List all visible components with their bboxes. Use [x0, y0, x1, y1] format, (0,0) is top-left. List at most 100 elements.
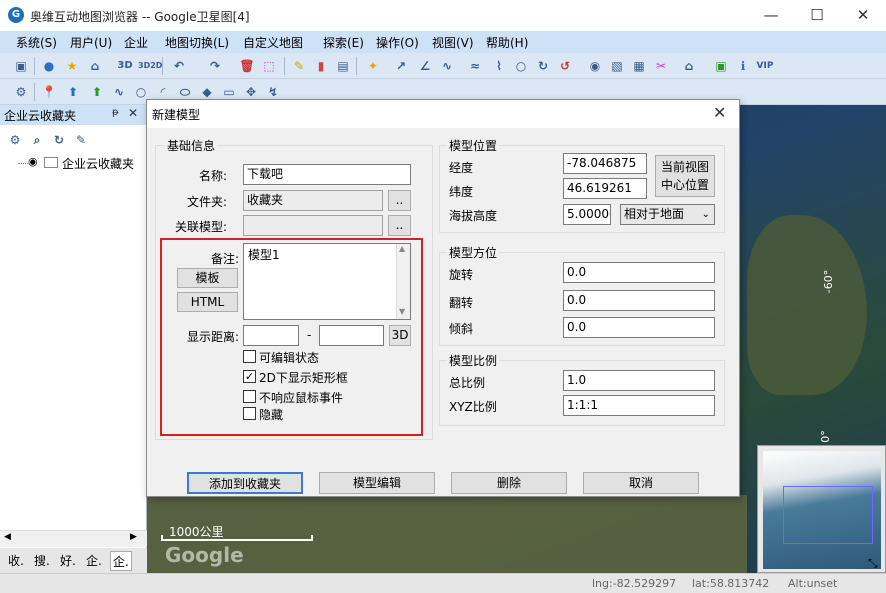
menu-view[interactable]: 视图(V)	[432, 34, 474, 51]
model-edit-button[interactable]: 模型编辑	[319, 472, 435, 494]
vip-icon[interactable]: VIP	[756, 57, 774, 75]
menu-help[interactable]: 帮助(H)	[486, 34, 528, 51]
tab-enterprise-cloud[interactable]: 企.	[110, 551, 132, 571]
scroll-up-icon[interactable]: ▲	[399, 244, 405, 253]
xyz-scale-field[interactable]: 1:1:1	[563, 395, 715, 416]
pin-icon[interactable]: ᵽ	[112, 107, 119, 118]
menu-map-switch[interactable]: 地图切换(L)	[165, 34, 229, 51]
star-add-icon[interactable]: ✦	[364, 57, 382, 75]
3d-distance-button[interactable]: 3D	[389, 325, 411, 346]
show-rect-2d-label: 2D下显示矩形框	[259, 371, 348, 385]
attach-icon[interactable]: ✎	[72, 131, 90, 149]
image-icon[interactable]: ▤	[334, 57, 352, 75]
html-button[interactable]: HTML	[177, 292, 238, 312]
angle-icon[interactable]: ∠	[416, 57, 434, 75]
current-view-center-button[interactable]: 当前视图 中心位置	[655, 155, 715, 197]
menu-user[interactable]: 用户(U)	[70, 34, 112, 51]
eye-icon[interactable]: ◉	[28, 155, 38, 168]
scissors-icon[interactable]: ✂	[652, 57, 670, 75]
show-rect-2d-checkbox[interactable]: ✓	[243, 370, 256, 383]
minimize-button[interactable]: —	[748, 0, 794, 31]
dialog-close-button[interactable]: ✕	[713, 103, 726, 122]
status-altitude: Alt:unset	[788, 577, 838, 590]
tab-enterprise[interactable]: 企.	[84, 551, 104, 571]
model-orientation-title: 模型方位	[447, 244, 500, 261]
menu-explore[interactable]: 探索(E)	[323, 34, 364, 51]
search-icon[interactable]: ⌕	[28, 131, 46, 149]
pencil-icon[interactable]: ✎	[290, 57, 308, 75]
parallel-icon[interactable]: ≈	[466, 57, 484, 75]
redo-icon[interactable]: ↷	[206, 57, 224, 75]
building-icon[interactable]: ⌂	[680, 57, 698, 75]
note-scrollbar[interactable]: ▲ ▼	[396, 244, 410, 319]
longitude-field[interactable]: -78.046875	[563, 153, 647, 174]
scroll-left-icon[interactable]: ◀	[4, 532, 11, 542]
add-to-favorites-button[interactable]: 添加到收藏夹	[187, 472, 303, 494]
curve-icon[interactable]: ∿	[438, 57, 456, 75]
delete-icon[interactable]: 🗑	[238, 57, 256, 75]
horizontal-scrollbar[interactable]: ◀ ▶	[0, 530, 147, 547]
menu-system[interactable]: 系统(S)	[16, 34, 57, 51]
tilt-field[interactable]: 0.0	[563, 317, 715, 338]
select-box-icon[interactable]: ⬚	[260, 57, 278, 75]
chat-icon[interactable]: ▣	[712, 57, 730, 75]
latitude-field[interactable]: 46.619261	[563, 178, 647, 199]
save-icon[interactable]: ▣	[12, 57, 30, 75]
edit-icon[interactable]: ▧	[608, 57, 626, 75]
cancel-button[interactable]: 取消	[583, 472, 699, 494]
pin-blue-icon[interactable]: ⬆	[64, 83, 82, 101]
polyline-icon[interactable]: ∿	[110, 83, 128, 101]
ignore-mouse-checkbox[interactable]	[243, 390, 256, 403]
expand-icon[interactable]: ⤡	[868, 556, 878, 571]
split-icon[interactable]: ⌇	[490, 57, 508, 75]
gear-icon[interactable]: ⚙	[6, 131, 24, 149]
template-button[interactable]: 模板	[177, 268, 238, 288]
total-scale-field[interactable]: 1.0	[563, 370, 715, 391]
undo-icon[interactable]: ↶	[170, 57, 188, 75]
layer-icon[interactable]: ◉	[586, 57, 604, 75]
editable-checkbox[interactable]	[243, 350, 256, 363]
tab-search[interactable]: 搜.	[32, 551, 52, 571]
favorites-star-icon[interactable]: ★	[63, 57, 81, 75]
refresh-red-icon[interactable]: ↺	[556, 57, 574, 75]
print-icon[interactable]: ▦	[630, 57, 648, 75]
sync-icon[interactable]: ↻	[50, 131, 68, 149]
altitude-field[interactable]: 5.000000	[563, 204, 611, 225]
related-model-browse-button[interactable]: ..	[388, 215, 411, 236]
pin-green-icon[interactable]: ⬆	[88, 83, 106, 101]
menu-custom-map[interactable]: 自定义地图	[243, 34, 303, 51]
group-icon[interactable]: ⌂	[86, 57, 104, 75]
circle-icon[interactable]: ○	[512, 57, 530, 75]
hide-checkbox[interactable]	[243, 407, 256, 420]
folder-browse-button[interactable]: ..	[388, 190, 411, 211]
draw-line-icon[interactable]: ↗	[392, 57, 410, 75]
name-field[interactable]: 下载吧	[243, 164, 411, 185]
panel-close-icon[interactable]: ✕	[128, 106, 138, 120]
overview-viewport-rect[interactable]	[783, 486, 873, 544]
rotate-icon[interactable]: ↻	[534, 57, 552, 75]
delete-button[interactable]: 删除	[451, 472, 567, 494]
flip-field[interactable]: 0.0	[563, 290, 715, 311]
note-textarea[interactable]: 模型1 ▲ ▼	[243, 243, 411, 320]
tab-friends[interactable]: 好.	[58, 551, 78, 571]
scroll-right-icon[interactable]: ▶	[130, 532, 137, 542]
distance-to-field[interactable]	[319, 325, 384, 346]
overview-map[interactable]: ⤡	[757, 445, 886, 573]
info-icon[interactable]: ℹ	[734, 57, 752, 75]
tab-favorites[interactable]: 收.	[6, 551, 26, 571]
scroll-down-icon[interactable]: ▼	[399, 307, 405, 316]
pin-yellow-icon[interactable]: 📍	[40, 83, 58, 101]
distance-from-field[interactable]	[243, 325, 299, 346]
3d-2d-icon[interactable]: 3D2D	[138, 57, 162, 75]
ruler-icon[interactable]: ▮	[312, 57, 330, 75]
menu-enterprise[interactable]: 企业	[124, 34, 148, 51]
model-position-title: 模型位置	[447, 137, 500, 154]
altitude-mode-select[interactable]: 相对于地面 ⌄	[620, 204, 715, 225]
rotate-field[interactable]: 0.0	[563, 262, 715, 283]
settings-icon[interactable]: ⚙	[12, 83, 30, 101]
menu-operate[interactable]: 操作(O)	[376, 34, 419, 51]
user-icon[interactable]: ●	[40, 57, 58, 75]
maximize-button[interactable]: ☐	[794, 0, 840, 31]
3d-icon[interactable]: 3D	[116, 57, 134, 75]
close-button[interactable]: ✕	[840, 0, 886, 31]
